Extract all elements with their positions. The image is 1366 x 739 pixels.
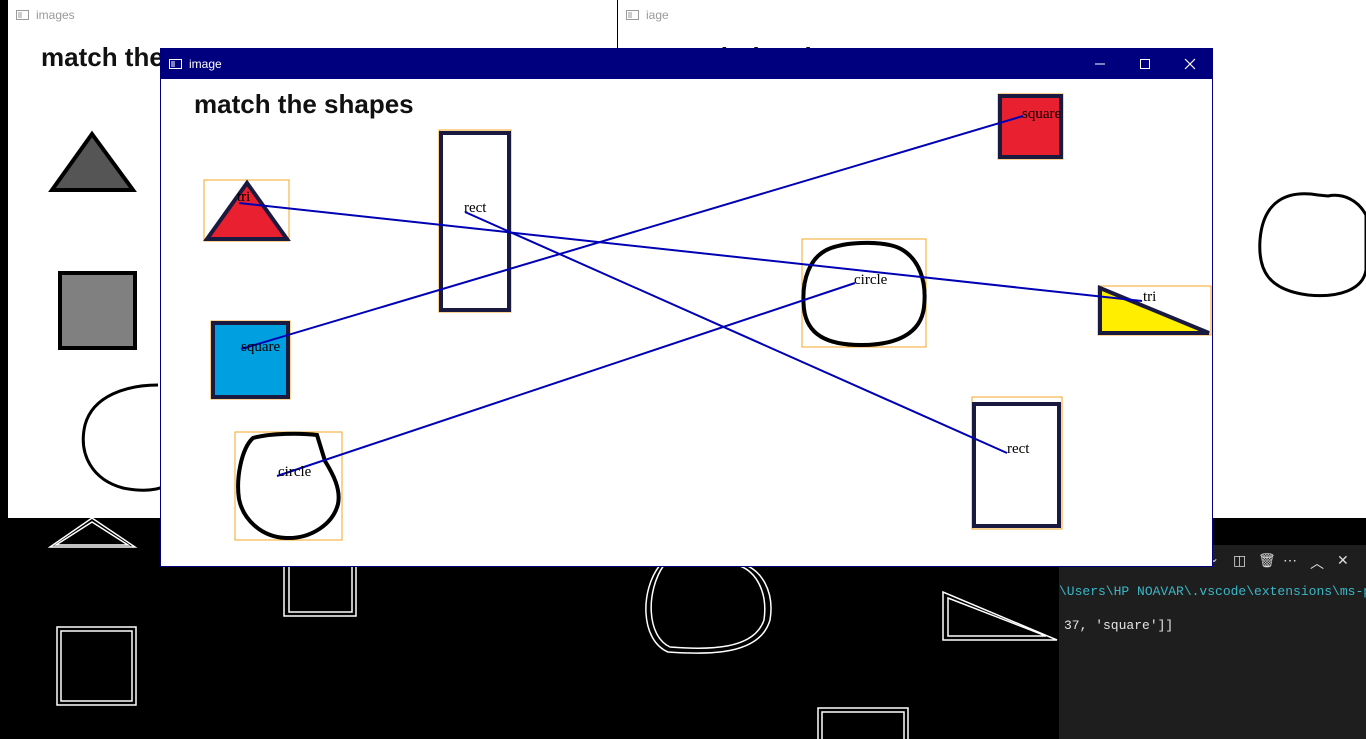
edge-square-small: [283, 559, 357, 617]
edge-triangle-right: [942, 590, 1058, 641]
black-circle-left: [236, 431, 341, 541]
close-icon[interactable]: ✕: [1337, 553, 1349, 570]
edge-circle: [645, 564, 772, 654]
terminal-panel[interactable]: ⌄ ◫ 🗑 ⋯ ︿ ✕ \Users\HP NOAVAR\.vscode\ext…: [1059, 545, 1366, 739]
gray-triangle: [48, 130, 137, 192]
label-tri-right: tri: [1143, 289, 1156, 305]
white-rectangle-right: [972, 402, 1061, 528]
shape-canvas: tri rect square circle square circle tri…: [203, 93, 1212, 541]
white-rectangle: [439, 131, 511, 312]
black-circle-outline: [81, 383, 169, 492]
terminal-output: 37, 'square']]: [1064, 618, 1174, 633]
label-square-left: square: [241, 339, 280, 355]
hand-drawn-circle: [1258, 192, 1366, 298]
label-square-right: square: [1022, 106, 1061, 122]
label-circle-left: circle: [278, 464, 312, 480]
split-icon[interactable]: ◫: [1233, 553, 1246, 570]
trash-icon[interactable]: 🗑: [1258, 553, 1276, 570]
terminal-path: \Users\HP NOAVAR\.vscode\extensions\ms-p…: [1059, 584, 1366, 599]
gray-square: [58, 271, 137, 350]
more-icon[interactable]: ⋯: [1283, 553, 1297, 570]
blue-square: [211, 321, 290, 399]
label-circle-right: circle: [854, 272, 888, 288]
label-rect-left: rect: [464, 200, 487, 216]
window-image[interactable]: image match the shapes tri rect square c…: [160, 48, 1213, 567]
label-tri-left: tri: [237, 189, 250, 205]
maximize-icon[interactable]: ︿: [1310, 553, 1324, 573]
label-rect-right: rect: [1007, 441, 1030, 457]
match-line-tri: [238, 202, 1143, 302]
edge-square: [56, 626, 137, 706]
